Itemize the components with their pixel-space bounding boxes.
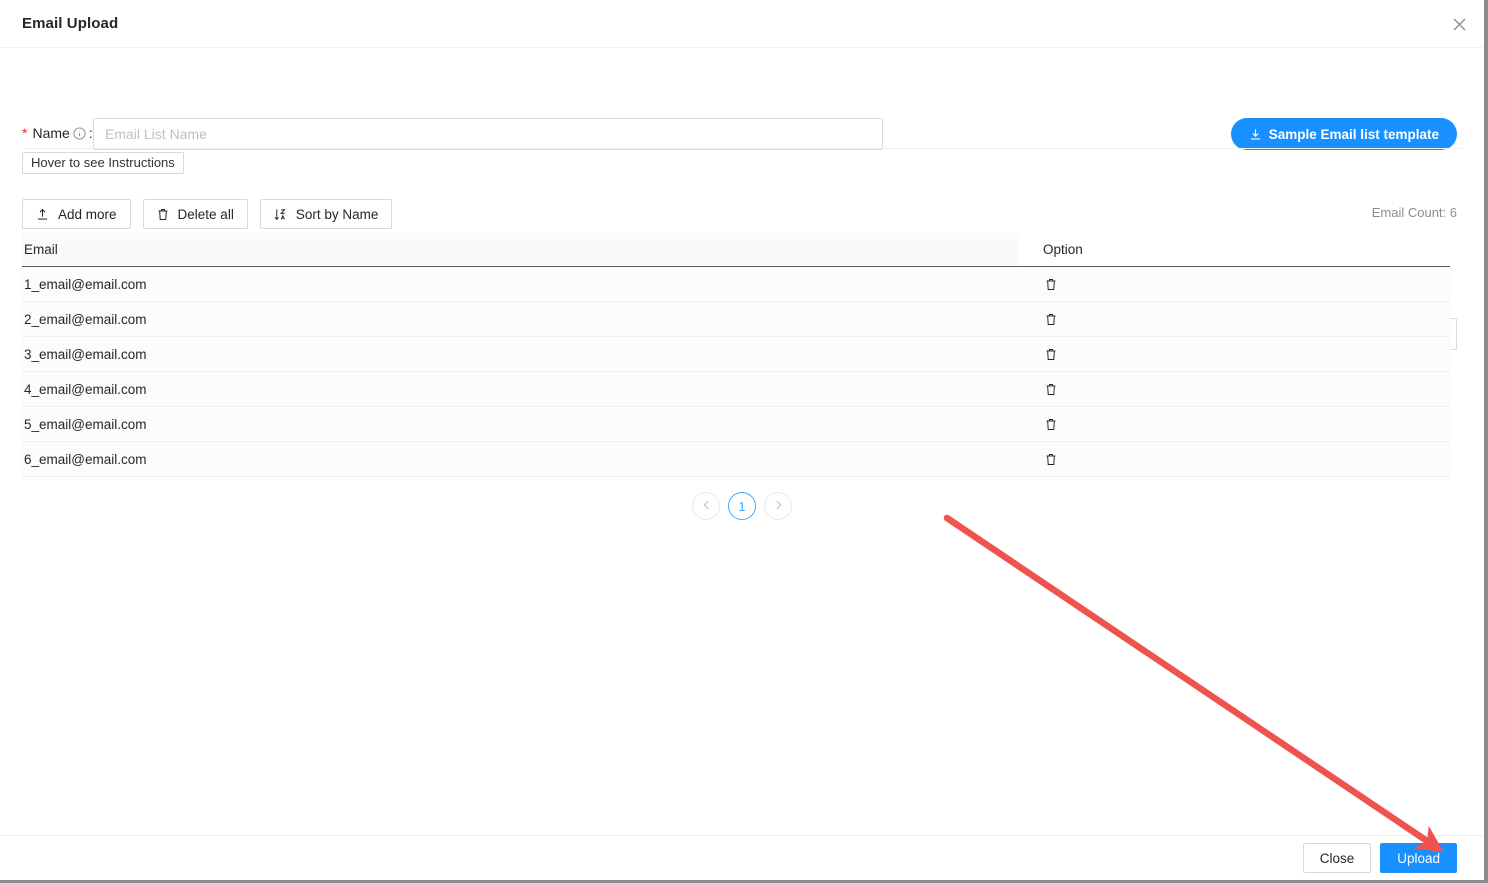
table-row: 2_email@email.com xyxy=(22,302,1450,337)
pagination-page-1[interactable]: 1 xyxy=(728,492,756,520)
close-button[interactable]: Close xyxy=(1302,843,1372,873)
row-delete-trash-icon[interactable] xyxy=(1043,346,1059,362)
modal-footer: Close Upload xyxy=(0,836,1484,880)
pagination: 1 xyxy=(0,492,1484,520)
email-count-label: Email Count: 6 xyxy=(1371,205,1457,220)
cell-option xyxy=(1019,442,1450,476)
pagination-prev-button[interactable] xyxy=(692,492,720,520)
row-delete-trash-icon[interactable] xyxy=(1043,451,1059,467)
sample-email-list-template-button[interactable]: Sample Email list template xyxy=(1230,118,1457,150)
column-header-email: Email xyxy=(24,242,58,257)
table-row: 5_email@email.com xyxy=(22,407,1450,442)
delete-all-label: Delete all xyxy=(177,206,234,222)
cell-email: 3_email@email.com xyxy=(24,346,147,362)
table-toolbar: Add more Delete all Sort by Name xyxy=(22,199,393,229)
info-circle-icon[interactable] xyxy=(73,126,86,140)
cell-email: 6_email@email.com xyxy=(24,451,147,467)
required-asterisk: * xyxy=(22,125,28,141)
cell-option xyxy=(1019,337,1450,371)
table-body: 1_email@email.com 2_email@email.com 3_emai… xyxy=(22,267,1450,477)
page-title: Email Upload xyxy=(22,15,119,32)
email-upload-modal: Email Upload * Name : Hover to see Instr… xyxy=(0,0,1488,883)
email-table: Email Option 1_email@email.com 2_email@em… xyxy=(22,233,1450,477)
table-row: 3_email@email.com xyxy=(22,337,1450,372)
cell-option xyxy=(1019,302,1450,336)
name-label-text: Name xyxy=(32,125,70,141)
sort-by-name-label: Sort by Name xyxy=(295,206,379,222)
row-delete-trash-icon[interactable] xyxy=(1043,276,1059,292)
cell-email: 5_email@email.com xyxy=(24,416,147,432)
table-row: 6_email@email.com xyxy=(22,442,1450,477)
cell-email: 1_email@email.com xyxy=(24,276,147,292)
chevron-right-icon xyxy=(775,499,782,513)
cell-email: 2_email@email.com xyxy=(24,311,147,327)
pagination-next-button[interactable] xyxy=(764,492,792,520)
download-icon xyxy=(1249,128,1262,141)
cell-option xyxy=(1019,372,1450,406)
name-section: * Name : Hover to see Instructions Sampl… xyxy=(0,48,1484,174)
table-row: 4_email@email.com xyxy=(22,372,1450,407)
cell-option xyxy=(1019,267,1450,301)
delete-all-button[interactable]: Delete all xyxy=(142,199,248,229)
row-delete-trash-icon[interactable] xyxy=(1043,311,1059,327)
table-row: 1_email@email.com xyxy=(22,267,1450,302)
add-more-label: Add more xyxy=(58,206,117,222)
name-label: * Name : xyxy=(22,125,93,141)
close-icon[interactable] xyxy=(1447,12,1471,36)
modal-header: Email Upload xyxy=(0,0,1484,48)
sort-alpha-icon xyxy=(274,208,287,221)
upload-icon xyxy=(36,208,49,221)
add-more-button[interactable]: Add more xyxy=(22,199,131,229)
row-delete-trash-icon[interactable] xyxy=(1043,381,1059,397)
upload-button[interactable]: Upload xyxy=(1380,843,1457,873)
chevron-left-icon xyxy=(703,499,710,513)
table-header-row: Email Option xyxy=(22,233,1450,267)
cell-option xyxy=(1019,407,1450,441)
column-header-option: Option xyxy=(1019,233,1450,266)
name-input[interactable] xyxy=(93,118,883,150)
trash-icon xyxy=(157,208,169,221)
sort-by-name-button[interactable]: Sort by Name xyxy=(259,199,393,229)
cell-email: 4_email@email.com xyxy=(24,381,147,397)
sample-button-label: Sample Email list template xyxy=(1268,126,1439,142)
row-delete-trash-icon[interactable] xyxy=(1043,416,1059,432)
